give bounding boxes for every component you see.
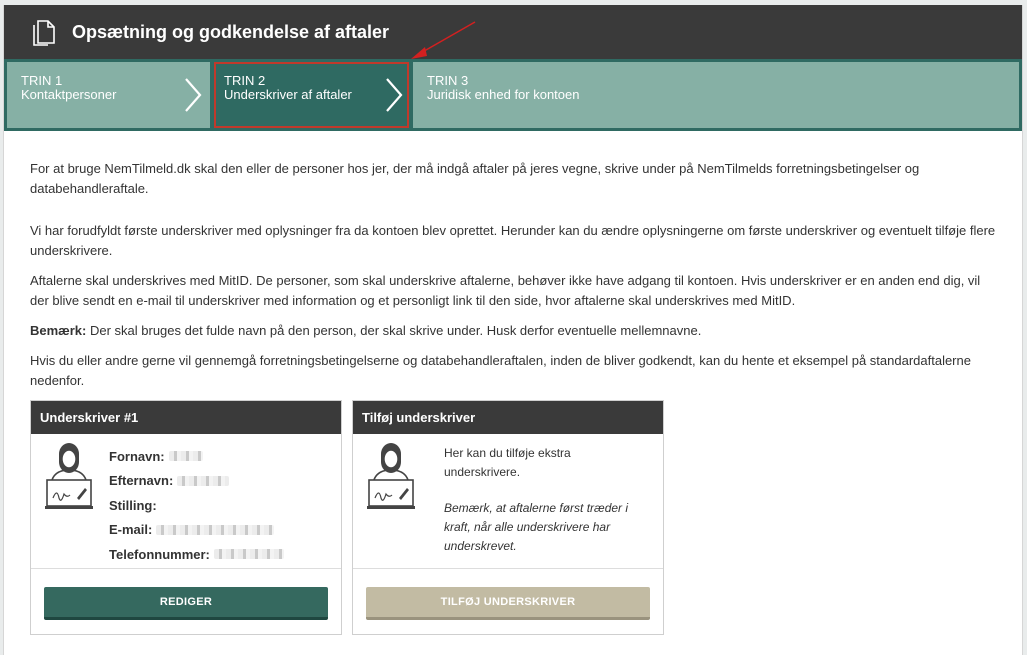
signer-card-body: Fornavn: Efternavn: Stilling: E-mail: Te… — [31, 434, 341, 569]
intro-paragraph-5: Hvis du eller andre gerne vil gennemgå f… — [30, 353, 971, 388]
field-phone: Telefonnummer: — [109, 542, 284, 567]
step-progress: TRIN 1 Kontaktpersoner TRIN 2 Underskriv… — [4, 59, 1022, 131]
document-copy-icon — [33, 20, 55, 46]
page-header: Opsætning og godkendelse af aftaler — [4, 5, 1022, 59]
signer-fields: Fornavn: Efternavn: Stilling: E-mail: Te… — [109, 444, 284, 567]
field-last-name: Efternavn: — [109, 469, 284, 494]
signer-card-title: Underskriver #1 — [31, 401, 341, 434]
step-2-number: TRIN 2 — [224, 73, 266, 88]
edit-button[interactable]: REDIGER — [44, 587, 328, 620]
redacted-value — [156, 524, 275, 535]
step-3[interactable]: TRIN 3 Juridisk enhed for kontoen — [413, 62, 1019, 128]
add-signer-title: Tilføj underskriver — [353, 401, 663, 434]
person-signing-icon — [45, 443, 93, 509]
redacted-value — [168, 451, 203, 462]
signer-cards: Underskriver #1 Fornavn: Efternavn: Stil… — [30, 400, 664, 635]
intro-paragraph-4: Bemærk: Der skal bruges det fulde navn p… — [30, 321, 996, 341]
note-label: Bemærk: — [30, 323, 87, 338]
step-1-label: Kontaktpersoner — [21, 87, 117, 102]
signer-card-1: Underskriver #1 Fornavn: Efternavn: Stil… — [30, 400, 342, 635]
add-signer-body: Her kan du tilføje ekstra underskrivere.… — [353, 434, 663, 569]
add-signer-card: Tilføj underskriver Her kan du tilføje e… — [352, 400, 664, 635]
step-3-label: Juridisk enhed for kontoen — [427, 87, 580, 102]
step-3-number: TRIN 3 — [427, 73, 469, 88]
add-signer-description: Her kan du tilføje ekstra underskrivere.… — [444, 444, 644, 556]
add-signer-text: Her kan du tilføje ekstra underskrivere. — [444, 446, 571, 479]
intro-paragraph-3: Aftalerne skal underskrives med MitID. D… — [30, 273, 981, 308]
step-2-label: Underskriver af aftaler — [224, 87, 352, 102]
person-signing-icon — [367, 443, 415, 509]
step-1-number: TRIN 1 — [21, 73, 63, 88]
field-email: E-mail: — [109, 518, 284, 543]
step-1[interactable]: TRIN 1 Kontaktpersoner — [7, 62, 210, 128]
intro-paragraph-1: For at bruge NemTilmeld.dk skal den elle… — [30, 161, 920, 196]
add-signer-button[interactable]: TILFØJ UNDERSKRIVER — [366, 587, 650, 620]
chevron-right-icon — [185, 78, 202, 112]
redacted-value — [177, 475, 230, 486]
field-first-name: Fornavn: — [109, 444, 284, 469]
intro-text: For at bruge NemTilmeld.dk skal den elle… — [4, 131, 1022, 391]
step-2[interactable]: TRIN 2 Underskriver af aftaler — [214, 62, 409, 128]
page-title: Opsætning og godkendelse af aftaler — [72, 21, 390, 42]
field-position: Stilling: — [109, 497, 157, 513]
note-text: Der skal bruges det fulde navn på den pe… — [86, 323, 702, 338]
redacted-value — [213, 549, 284, 560]
chevron-right-icon — [386, 78, 403, 112]
intro-paragraph-2: Vi har forudfyldt første underskriver me… — [30, 223, 996, 258]
add-signer-note: Bemærk, at aftalerne først træder i kraf… — [444, 501, 629, 553]
